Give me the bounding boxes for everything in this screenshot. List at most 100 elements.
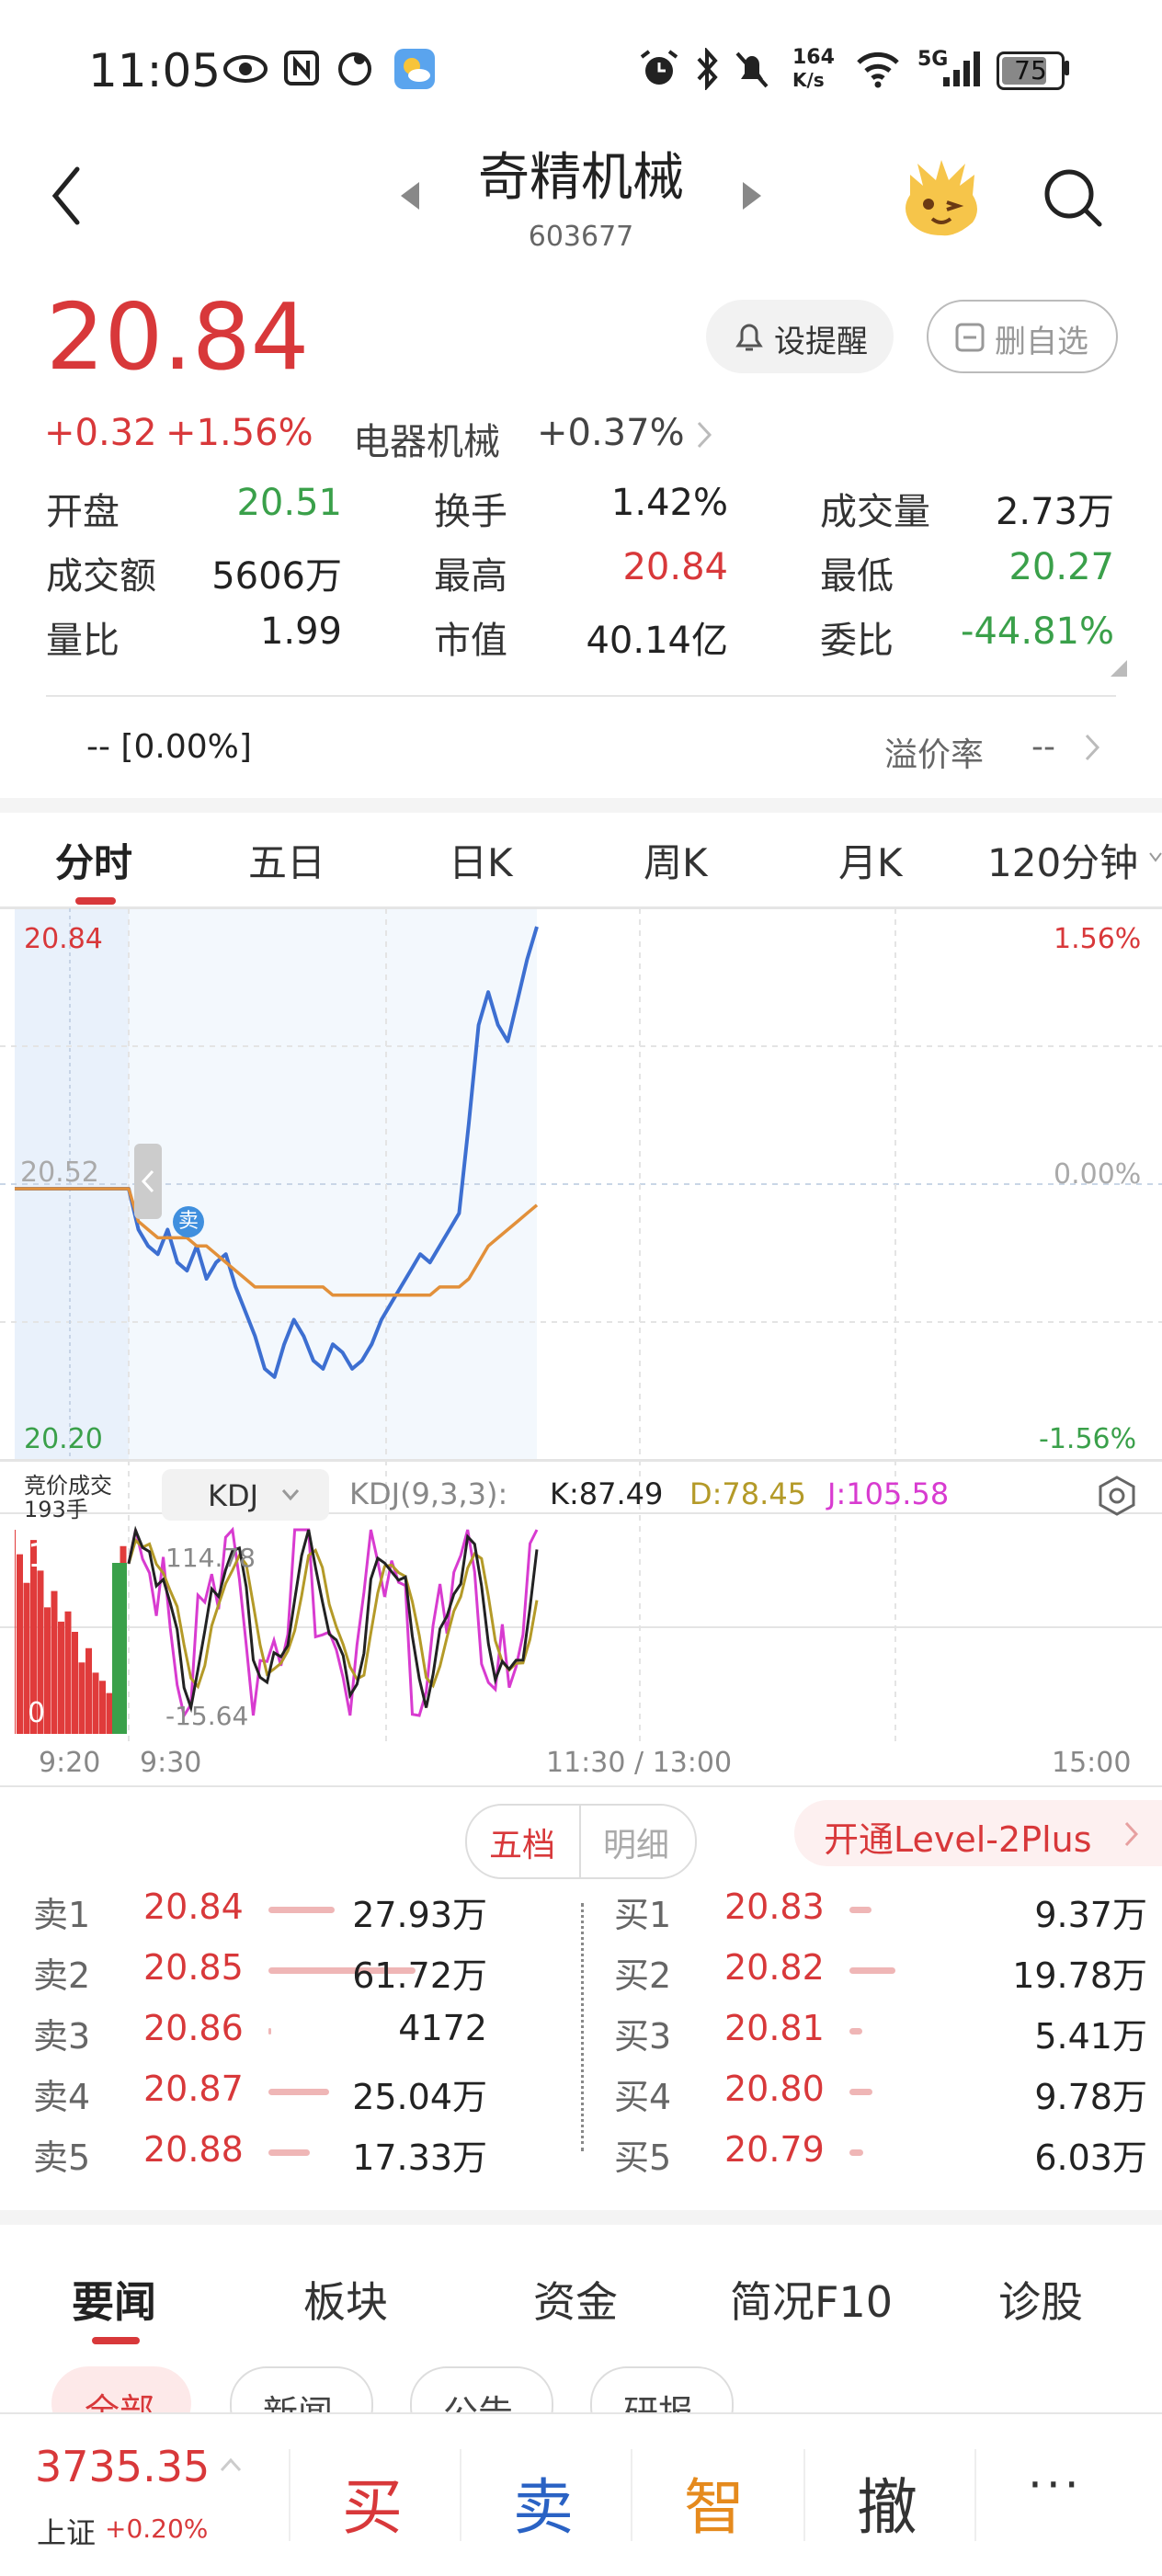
buy-volume: 6.03万 — [1034, 2137, 1147, 2178]
kdj-j-value: J:105.58 — [827, 1476, 950, 1511]
stat-value: 5606万 — [211, 555, 342, 598]
signal-icon — [943, 51, 980, 86]
time-open-label: 9:30 — [140, 1747, 202, 1779]
indicator-select[interactable]: KDJ — [162, 1469, 329, 1521]
price-change-pct: +1.56% — [165, 412, 313, 454]
volume-bar — [112, 1563, 127, 1734]
buy-volume: 9.78万 — [1034, 2077, 1147, 2117]
buy-button[interactable]: 买 — [342, 2458, 403, 2547]
mute-icon — [735, 51, 769, 88]
more-button[interactable]: ··· — [1028, 2458, 1083, 2512]
tab-funds[interactable]: 资金 — [533, 2269, 618, 2330]
buy-price[interactable]: 20.79 — [724, 2129, 825, 2170]
buy-level-label: 买2 — [614, 1955, 672, 1996]
premium-chevron-icon[interactable] — [1083, 732, 1101, 763]
settings-hex-icon[interactable] — [1096, 1475, 1138, 1517]
index-change: +0.20% — [105, 2513, 209, 2544]
buy-volume-bar — [849, 2089, 872, 2095]
premium-label[interactable]: 溢价率 — [884, 728, 984, 776]
smart-button[interactable]: 智 — [684, 2458, 745, 2547]
battery-tip — [1065, 61, 1069, 75]
mascot-icon[interactable] — [899, 154, 984, 237]
tab-intraday[interactable]: 分时 — [55, 832, 132, 888]
tab-details[interactable]: 明细 — [603, 1818, 669, 1866]
index-up-icon — [220, 2457, 242, 2472]
sell-price[interactable]: 20.86 — [143, 2008, 244, 2048]
divider — [46, 695, 1116, 697]
tab-sectors[interactable]: 板块 — [303, 2269, 388, 2330]
kdj-k-value: K:87.49 — [550, 1476, 664, 1511]
pct-high-label: 1.56% — [1054, 923, 1142, 955]
next-stock-icon[interactable] — [739, 180, 765, 211]
tab-daily-k[interactable]: 日K — [449, 832, 513, 888]
volume-bar — [99, 1681, 106, 1734]
buy-price[interactable]: 20.82 — [724, 1947, 825, 1988]
bell-icon — [735, 324, 763, 351]
chevron-down-icon — [281, 1489, 300, 1501]
level2-banner[interactable]: 开通Level-2Plus — [794, 1800, 1162, 1866]
section-gap — [0, 798, 1162, 813]
pct-mid-label: 0.00% — [1054, 1158, 1142, 1191]
sell-marker[interactable]: 卖 — [173, 1206, 204, 1237]
buy-volume-bar — [849, 2149, 863, 2156]
sell-price[interactable]: 20.88 — [143, 2129, 244, 2170]
tab-f10[interactable]: 简况F10 — [730, 2269, 893, 2330]
expand-corner-icon[interactable] — [1109, 658, 1129, 678]
nfc-icon — [284, 51, 319, 85]
vol-high-label: 193 — [28, 1537, 91, 1575]
stat-value: 20.84 — [622, 546, 728, 588]
level2-label: 开通Level-2Plus — [824, 1819, 1092, 1860]
chart-collapse-handle[interactable] — [134, 1144, 162, 1219]
stat-label: 成交额 — [46, 555, 156, 598]
sector-change[interactable]: +0.37% — [537, 412, 685, 454]
intraday-chart[interactable] — [0, 908, 1162, 1754]
search-icon[interactable] — [1041, 165, 1105, 230]
stock-code: 603677 — [528, 221, 634, 253]
sell-level-label: 卖2 — [33, 1955, 91, 1996]
volume-bar — [85, 1647, 92, 1734]
index-value[interactable]: 3735.35 — [35, 2442, 210, 2491]
sell-price[interactable]: 20.84 — [143, 1886, 244, 1927]
stat-value: 1.99 — [259, 610, 342, 653]
sector-name[interactable]: 电器机械 — [353, 412, 500, 465]
tab-weekly-k[interactable]: 周K — [644, 832, 708, 888]
app-icon — [338, 52, 371, 85]
buy-price[interactable]: 20.80 — [724, 2069, 825, 2109]
index-name: 上证 — [37, 2515, 97, 2550]
sell-button[interactable]: 卖 — [513, 2458, 574, 2547]
buy-price[interactable]: 20.83 — [724, 1886, 825, 1927]
tab-five-day[interactable]: 五日 — [248, 832, 325, 888]
stat-label: 量比 — [46, 620, 120, 662]
tab-separator — [579, 1806, 581, 1877]
tab-diagnosis[interactable]: 诊股 — [998, 2269, 1083, 2330]
tab-five-levels[interactable]: 五档 — [489, 1818, 555, 1866]
tab-dropdown-icon[interactable] — [1149, 851, 1162, 862]
premium-value[interactable]: -- — [1031, 728, 1055, 766]
sell-price[interactable]: 20.87 — [143, 2069, 244, 2109]
net-speed-bottom: K/s — [792, 69, 825, 91]
stat-value: 2.73万 — [995, 491, 1114, 533]
remove-watchlist-button[interactable]: 删自选 — [927, 300, 1118, 373]
tab-monthly-k[interactable]: 月K — [838, 832, 903, 888]
tab-news-highlights[interactable]: 要闻 — [72, 2269, 156, 2330]
bottom-bar: 3735.35 上证 +0.20% 买 卖 智 撤 ··· — [0, 2412, 1162, 2576]
news-tab-indicator — [92, 2337, 140, 2344]
collapse-chevron-icon — [141, 1169, 154, 1193]
level2-chevron-icon — [1124, 1821, 1139, 1847]
sell-volume: 4172 — [398, 2008, 487, 2048]
tab-120min[interactable]: 120分钟 — [987, 832, 1138, 888]
remind-button[interactable]: 设提醒 — [706, 300, 894, 373]
sell-price[interactable]: 20.85 — [143, 1947, 244, 1988]
indicator-name: KDJ — [208, 1478, 259, 1513]
kdj-high-label: 114.78 — [165, 1543, 256, 1573]
sell-volume: 17.33万 — [352, 2137, 487, 2178]
stat-value: 20.27 — [1008, 546, 1114, 588]
buy-price[interactable]: 20.81 — [724, 2008, 825, 2048]
divider — [974, 2449, 976, 2541]
sector-chevron-icon[interactable] — [695, 419, 713, 450]
volume-bar — [15, 1530, 16, 1734]
price-change: +0.32 — [44, 412, 157, 454]
auction-volume: 193手 — [24, 1497, 88, 1522]
cancel-order-button[interactable]: 撤 — [857, 2458, 917, 2547]
volume-bar — [106, 1693, 113, 1734]
